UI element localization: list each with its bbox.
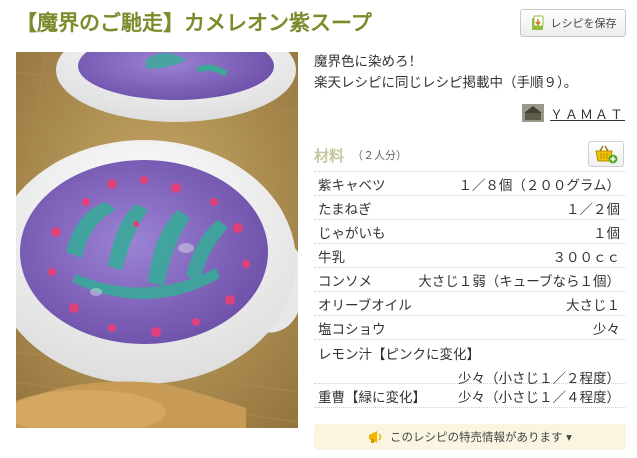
ingredient-row: 紫キャベツ １／８個（２００グラム） [314,172,626,196]
ingredient-quantity: １／２個 [566,201,620,218]
save-download-icon [530,15,546,31]
ingredient-name: 塩コショウ [318,321,386,338]
ingredients-title: 材料 [314,146,345,165]
sale-info-bar[interactable]: このレシピの特売情報があります ▾ [314,424,626,450]
save-recipe-button[interactable]: レシピを保存 [520,9,626,37]
recipe-description: 魔界色に染めろ！ 楽天レシピに同じレシピ掲載中（手順９）。 [314,52,624,94]
recipe-photo [16,52,298,428]
ingredient-list: 紫キャベツ １／８個（２００グラム） たまねぎ １／２個 じゃがいも １個 牛乳… [314,171,626,408]
ingredient-row: 牛乳 ３００ｃｃ [314,244,626,268]
ingredient-row: じゃがいも １個 [314,220,626,244]
ingredient-quantity: 大さじ１ [566,297,620,314]
save-recipe-label: レシピを保存 [550,17,617,30]
ingredient-row: たまねぎ １／２個 [314,196,626,220]
author-name[interactable]: ＹＡＭＡＴ [550,104,625,123]
megaphone-icon [369,431,382,443]
recipe-title: 【魔界のご馳走】カメレオン紫スープ [16,11,372,35]
ingredient-row: オリーブオイル 大さじ１ [314,292,626,316]
description-line: 魔界色に染めろ！ [314,54,422,70]
ingredient-row: 重曹【緑に変化】 少々（小さじ１／４程度） [314,384,626,408]
ingredient-name: オリーブオイル [318,297,412,314]
ingredient-name: じゃがいも [318,225,386,242]
ingredient-quantity: 少々 [593,321,620,338]
ingredient-row: レモン汁【ピンクに変化】 少々（小さじ１／２程度） [314,340,626,387]
ingredient-quantity: 少々（小さじ１／４程度） [458,389,620,406]
ingredient-row: 塩コショウ 少々 [314,316,626,340]
ingredient-name: たまねぎ [318,201,372,218]
ingredient-quantity: 大さじ１弱（キューブなら１個） [418,273,620,290]
description-line: 楽天レシピに同じレシピ掲載中（手順９）。 [314,75,578,91]
add-to-basket-button[interactable] [588,141,624,167]
sale-info-label: このレシピの特売情報があります ▾ [390,430,572,444]
ingredient-name: コンソメ [318,273,372,290]
ingredients-header: 材料 （２人分） [314,140,626,170]
ingredient-name: 紫キャベツ [318,177,386,194]
servings-text: （２人分） [352,149,408,162]
ingredient-name: 重曹【緑に変化】 [318,389,426,406]
ingredient-name: 牛乳 [318,249,345,266]
author-avatar [522,104,544,122]
ingredient-quantity: １個 [593,225,620,242]
ingredient-name: レモン汁【ピンクに変化】 [318,347,480,363]
add-to-basket-icon [595,145,618,164]
ingredient-row: コンソメ 大さじ１弱（キューブなら１個） [314,268,626,292]
ingredient-quantity: １／８個（２００グラム） [458,177,620,194]
author-link[interactable]: ＹＡＭＡＴ [522,102,625,124]
ingredient-quantity: ３００ｃｃ [552,249,621,266]
